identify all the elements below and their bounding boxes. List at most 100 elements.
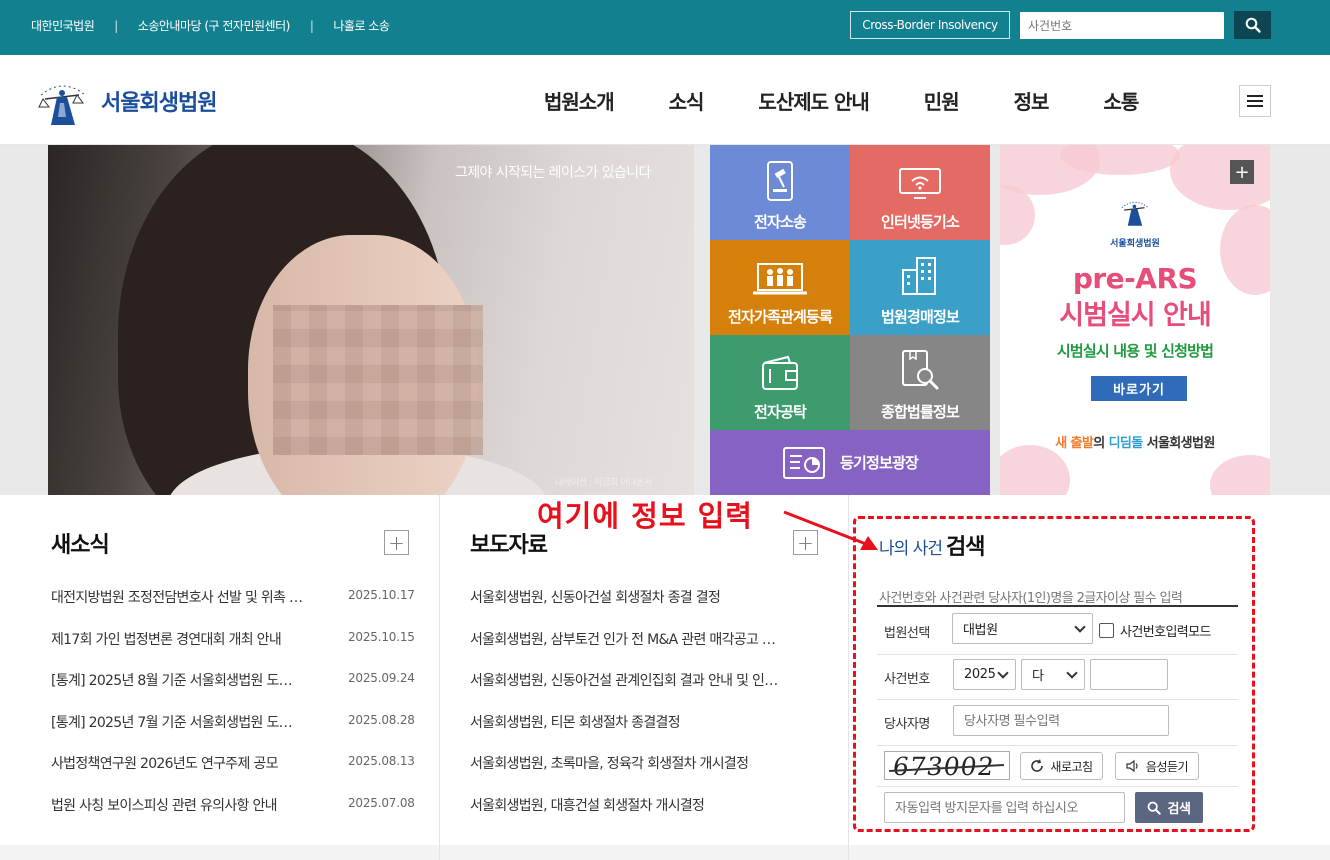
blossom-decoration (1170, 145, 1270, 210)
link-litigation-guide[interactable]: 소송안내마당 (구 전자민원센터) (138, 17, 291, 34)
search-icon (1245, 17, 1261, 33)
news-item[interactable]: 사법정책연구원 2026년도 연구주제 공모 2025.08.13 (51, 753, 415, 795)
divider (877, 786, 1238, 787)
banner-title-pre-ars: pre-ARS (1072, 262, 1198, 295)
press-item[interactable]: 서울회생법원, 대흥건설 회생절차 개시결정 (470, 795, 790, 837)
site-header: 서울회생법원 법원소개 소식 도산제도 안내 민원 정보 소통 (0, 55, 1330, 145)
banner-court-name: 서울회생법원 (1110, 239, 1160, 249)
press-item[interactable]: 서울회생법원, 신동아건설 회생절차 종결 결정 (470, 587, 790, 629)
nav-news[interactable]: 소식 (669, 86, 705, 115)
press-item[interactable]: 서울회생법원, 신동아건설 관계인집회 결과 안내 및 인가결정 (470, 670, 790, 712)
news-list: 대전지방법원 조정전담변호사 선발 및 위촉 공고 2025.10.17 제17회… (51, 587, 415, 837)
captcha-audio-button[interactable]: 음성듣기 (1115, 752, 1199, 780)
court-emblem-icon (1121, 201, 1149, 226)
tile-label: 법원경매정보 (880, 308, 960, 326)
speaker-icon (1126, 759, 1138, 773)
main-navigation: 법원소개 소식 도산제도 안내 민원 정보 소통 (544, 86, 1139, 115)
news-item[interactable]: 대전지방법원 조정전담변호사 선발 및 위촉 공고 2025.10.17 (51, 587, 415, 629)
utility-links: 대한민국법원 | 소송안내마당 (구 전자민원센터) | 나홀로 소송 (31, 17, 390, 34)
cross-border-insolvency-button[interactable]: Cross-Border Insolvency (850, 11, 1010, 39)
case-search-title: 나의 사건 검색 (879, 535, 985, 560)
nav-information[interactable]: 정보 (1014, 86, 1050, 115)
hero-credit: 내레이션 : 이금희 아나운서 (555, 478, 652, 488)
separator: | (114, 18, 118, 33)
tile-label: 등기정보광장 (839, 454, 919, 472)
hamburger-icon (1247, 95, 1263, 97)
case-number-mode-label: 사건번호입력모드 (1120, 625, 1211, 640)
nav-communication[interactable]: 소통 (1103, 86, 1139, 115)
document-chart-icon (782, 446, 825, 479)
tile-electronic-litigation[interactable]: 전자소송 (710, 145, 850, 240)
divider (877, 605, 1238, 607)
nav-civil-service[interactable]: 민원 (924, 86, 960, 115)
tile-family-registry[interactable]: 전자가족관계등록 (710, 240, 850, 335)
chevron-down-icon (1066, 667, 1078, 679)
link-self-litigation[interactable]: 나홀로 소송 (333, 17, 390, 34)
captcha-refresh-button[interactable]: 새로고침 (1020, 752, 1103, 780)
nav-insolvency-guide[interactable]: 도산제도 안내 (758, 86, 869, 115)
search-icon (1148, 801, 1162, 815)
tile-registry-plaza[interactable]: 등기정보광장 (710, 430, 990, 495)
divider (877, 745, 1238, 746)
press-item[interactable]: 서울회생법원, 초록마을, 정육각 회생절차 개시결정 (470, 753, 790, 795)
party-name-label: 당사자명 (884, 717, 930, 732)
court-select[interactable]: 대법원 (952, 613, 1093, 644)
captcha-image: 673002 (884, 751, 1010, 780)
site-logo[interactable]: 서울회생법원 (33, 73, 217, 128)
court-emblem-icon (38, 85, 86, 125)
tile-court-auction[interactable]: 법원경매정보 (850, 240, 990, 335)
annotation-label: 여기에 정보 입력 (537, 499, 753, 533)
case-type-select[interactable]: 다 (1021, 659, 1085, 690)
banner-slogan: 새 출발의 디딤돌 서울회생법원 (1055, 436, 1215, 451)
news-item[interactable]: [통계] 2025년 8월 기준 서울회생법원 도산사건 통계2025.09.2… (51, 670, 415, 712)
case-search-button[interactable]: 검색 (1135, 792, 1203, 823)
tile-label: 전자공탁 (753, 403, 807, 421)
banner-title-notice: 시범실시 안내 (1059, 300, 1211, 331)
blossom-decoration (1210, 455, 1270, 495)
blossom-decoration (1000, 445, 1070, 495)
chevron-down-icon (997, 667, 1009, 679)
case-number-mode-checkbox[interactable] (1099, 623, 1114, 638)
case-year-select[interactable]: 2025 (953, 659, 1016, 690)
top-utility-bar: 대한민국법원 | 소송안내마당 (구 전자민원센터) | 나홀로 소송 Cros… (0, 0, 1330, 55)
press-list: 서울회생법원, 신동아건설 회생절차 종결 결정 서울회생법원, 삼부토건 인가… (470, 587, 790, 837)
hero-caption: 그제야 시작되는 레이스가 있습니다 (455, 165, 651, 181)
court-select-label: 법원선택 (884, 626, 930, 641)
press-section-title: 보도자료 (470, 533, 548, 558)
banner-go-button[interactable]: 바로가기 (1091, 376, 1187, 401)
press-item[interactable]: 서울회생법원, 삼부토건 인가 전 M&A 관련 매각공고 안내 (470, 629, 790, 671)
footer-strip (0, 845, 1330, 860)
tile-label: 전자가족관계등록 (727, 308, 833, 326)
news-item[interactable]: [통계] 2025년 7월 기준 서울회생법원 도산사건 통계2025.08.2… (51, 712, 415, 754)
chevron-down-icon (1074, 621, 1086, 633)
tile-legal-information[interactable]: 종합법률정보 (850, 335, 990, 430)
tile-electronic-deposit[interactable]: 전자공탁 (710, 335, 850, 430)
buildings-icon (902, 257, 936, 295)
case-serial-input[interactable] (1090, 659, 1168, 690)
separator: | (309, 18, 314, 33)
top-search-button[interactable] (1234, 11, 1271, 39)
hero-video-banner[interactable] (48, 145, 694, 495)
family-laptop-icon (753, 263, 807, 295)
case-number-search-input[interactable] (1020, 12, 1224, 39)
tile-internet-registry[interactable]: 인터넷등기소 (850, 145, 990, 240)
all-menu-button[interactable] (1239, 85, 1271, 117)
tile-label: 인터넷등기소 (880, 213, 960, 231)
party-name-input[interactable] (953, 705, 1169, 736)
nav-court-intro[interactable]: 법원소개 (544, 86, 615, 115)
divider (877, 699, 1238, 700)
captcha-input[interactable] (884, 792, 1125, 823)
news-more-button[interactable]: + (384, 530, 409, 555)
link-supreme-court[interactable]: 대한민국법원 (31, 17, 95, 34)
news-item[interactable]: 제17회 가인 법정변론 경연대회 개최 안내 2025.10.15 (51, 629, 415, 671)
refresh-icon (1031, 759, 1044, 772)
hero-image-pixelated-area (273, 305, 483, 455)
monitor-wifi-icon (899, 168, 941, 199)
case-search-hint: 사건번호와 사건관련 당사자(1인)명을 2글자이상 필수 입력 (879, 591, 1183, 606)
case-number-label: 사건번호 (884, 672, 930, 687)
wallet-icon (762, 355, 798, 390)
news-item[interactable]: 법원 사칭 보이스피싱 관련 유의사항 안내 2025.07.08 (51, 795, 415, 837)
banner-more-button[interactable]: + (1230, 160, 1254, 184)
divider (877, 654, 1238, 655)
press-item[interactable]: 서울회생법원, 티몬 회생절차 종결결정 (470, 712, 790, 754)
